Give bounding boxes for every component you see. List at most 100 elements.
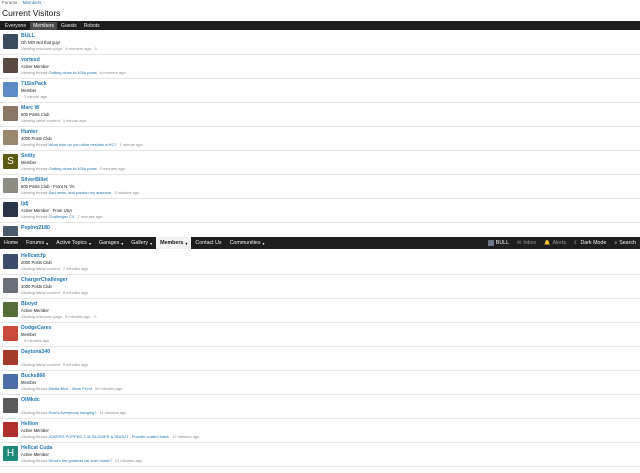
nav-label: Contact Us bbox=[195, 240, 222, 246]
avatar[interactable] bbox=[3, 326, 18, 341]
username-link[interactable]: OlMkdc bbox=[21, 397, 40, 403]
timestamp: 8 minutes ago bbox=[65, 314, 91, 319]
tab-guests[interactable]: Guests bbox=[58, 22, 80, 30]
nav-forums[interactable]: Forums ▾ bbox=[22, 237, 52, 249]
nav-user-area: BULL ✉ Inbox 🔔 Alerts ☾ Dark Mode ⌕ Search bbox=[484, 240, 640, 246]
visitor-list-bottom: Hellcatcfp 2000 Posts Club Viewing latest … bbox=[0, 251, 640, 473]
tab-everyone[interactable]: Everyone bbox=[2, 22, 29, 30]
username-link[interactable]: BULL bbox=[21, 33, 35, 39]
visitor-filter-tabs: Everyone Members Guests Robots bbox=[0, 21, 640, 30]
avatar[interactable] bbox=[3, 34, 18, 49]
avatar[interactable] bbox=[3, 398, 18, 413]
thread-link[interactable]: Media Blue - More Proof bbox=[49, 386, 92, 391]
user-title: Member bbox=[21, 332, 37, 337]
username-link[interactable]: vortexd bbox=[21, 57, 40, 63]
dark-mode-toggle[interactable]: ☾ Dark Mode bbox=[570, 240, 610, 246]
thread-link[interactable]: Getting close to 100k posts bbox=[49, 70, 97, 75]
nav-members[interactable]: Members ▾ bbox=[156, 237, 192, 249]
username-link[interactable]: Bboyd bbox=[21, 301, 37, 307]
timestamp: A moment ago bbox=[65, 46, 91, 51]
timestamp: 2 minutes ago bbox=[99, 166, 125, 171]
nav-communities[interactable]: Communities ▾ bbox=[226, 237, 269, 249]
avatar[interactable]: S bbox=[3, 154, 18, 169]
avatar[interactable] bbox=[3, 302, 18, 317]
activity-line: 9 minutes ago bbox=[21, 338, 49, 343]
nav-contact-us[interactable]: Contact Us bbox=[191, 237, 225, 249]
timestamp: 9 minutes ago bbox=[62, 362, 88, 367]
nav-garages[interactable]: Garages ▾ bbox=[95, 237, 127, 249]
avatar[interactable] bbox=[3, 422, 18, 437]
visitor-row: BULL Oh NO! Not that guy! Viewing unknown … bbox=[0, 31, 640, 55]
user-title: 500 Posts Club · Front N. VA bbox=[21, 184, 75, 189]
timestamp: 1 minute ago bbox=[119, 142, 143, 147]
search-button[interactable]: ⌕ Search bbox=[610, 240, 640, 246]
activity-prefix: Viewing latest content bbox=[21, 290, 60, 295]
chevron-down-icon: ▾ bbox=[150, 240, 153, 246]
visitor-row: H Hellcat Cuda Active Member Viewing thread… bbox=[0, 443, 640, 467]
thread-link[interactable]: Sad news, and pardon my absence bbox=[49, 190, 112, 195]
activity-line: Viewing thread Getting close to 100k pos… bbox=[21, 70, 126, 75]
username-link[interactable]: 71SixPack bbox=[21, 81, 47, 87]
activity-prefix: Viewing latest content bbox=[21, 362, 60, 367]
avatar[interactable] bbox=[3, 278, 18, 293]
thread-link[interactable]: JOKERS POPPED 2.4L BLOWER & SNOUT - Powd… bbox=[49, 434, 170, 439]
visitor-row: Bboyd Active Member Viewing unknown page 8 … bbox=[0, 299, 640, 323]
nav-label: Home bbox=[4, 240, 19, 246]
username-link[interactable]: ljdj bbox=[21, 201, 29, 207]
username-link[interactable]: Marc W bbox=[21, 105, 39, 111]
thread-link[interactable]: How's everybody hanging? bbox=[49, 410, 97, 415]
visitor-row: Bucks866 Member Viewing thread Media Blue … bbox=[0, 371, 640, 395]
username-link[interactable]: Hunter bbox=[21, 129, 38, 135]
user-title: Active Member bbox=[21, 428, 49, 433]
alerts-button[interactable]: 🔔 Alerts bbox=[540, 240, 570, 246]
nav-label: Forums bbox=[26, 240, 45, 246]
activity-line: Viewing thread How's everybody hanging? 1… bbox=[21, 410, 126, 415]
username-link[interactable]: DodgeCares bbox=[21, 325, 52, 331]
username-link[interactable]: Snitty bbox=[21, 153, 35, 159]
avatar[interactable] bbox=[3, 106, 18, 121]
nav-home[interactable]: Home bbox=[0, 237, 22, 249]
avatar[interactable] bbox=[3, 178, 18, 193]
account-menu[interactable]: BULL bbox=[484, 240, 513, 246]
breadcrumb-members[interactable]: Members bbox=[23, 0, 42, 5]
visitor-row: 71SixPack Member 1 minute ago bbox=[0, 79, 640, 103]
thread-link[interactable]: What else do you drive besides a HC? bbox=[49, 142, 117, 147]
avatar[interactable] bbox=[3, 254, 18, 269]
avatar[interactable] bbox=[3, 374, 18, 389]
nav-active-topics[interactable]: Active Topics ▾ bbox=[52, 237, 95, 249]
nav-gallery[interactable]: Gallery ▾ bbox=[127, 237, 156, 249]
inbox-button[interactable]: ✉ Inbox bbox=[513, 240, 540, 246]
chevron-down-icon: ▾ bbox=[262, 240, 265, 246]
activity-prefix: Viewing thread bbox=[21, 458, 48, 463]
avatar[interactable] bbox=[3, 82, 18, 97]
username-link[interactable]: Hellion bbox=[21, 421, 38, 427]
timestamp: 1 minute ago bbox=[24, 94, 48, 99]
username-link[interactable]: Bucks866 bbox=[21, 373, 45, 379]
username-link[interactable]: Pepino2180 bbox=[21, 225, 50, 231]
visitor-row: Pepino2180 bbox=[0, 223, 640, 236]
main-navbar: Home Forums ▾ Active Topics ▾ Garages ▾ Gal… bbox=[0, 237, 640, 249]
tab-robots[interactable]: Robots bbox=[81, 22, 103, 30]
avatar[interactable] bbox=[3, 58, 18, 73]
avatar[interactable]: H bbox=[3, 446, 18, 461]
thread-link[interactable]: What's the greatest car ever made? bbox=[49, 458, 112, 463]
username-link[interactable]: SilverBillet bbox=[21, 177, 48, 183]
thread-link[interactable]: Getting close to 100k posts bbox=[49, 166, 97, 171]
avatar[interactable] bbox=[3, 202, 18, 217]
activity-prefix: Viewing unknown page bbox=[21, 46, 63, 51]
username-link[interactable]: Daytona340 bbox=[21, 349, 50, 355]
breadcrumb-forums[interactable]: Forums bbox=[2, 0, 17, 5]
warning-icon: ⚠ bbox=[93, 314, 97, 319]
timestamp: 8 minutes ago bbox=[62, 290, 88, 295]
tab-members[interactable]: Members bbox=[30, 21, 57, 30]
avatar[interactable] bbox=[3, 226, 18, 236]
thread-link[interactable]: Challenger CV bbox=[49, 214, 75, 219]
username-link[interactable]: ChargerChallenger bbox=[21, 277, 68, 283]
avatar[interactable] bbox=[3, 350, 18, 365]
visitor-row: S Snitty Member Viewing thread Getting clos… bbox=[0, 151, 640, 175]
activity-line: Viewing thread Getting close to 100k pos… bbox=[21, 166, 125, 171]
username-link[interactable]: Hellcat Cuda bbox=[21, 445, 52, 451]
avatar[interactable] bbox=[3, 130, 18, 145]
visitor-row: Hellion Active Member Viewing thread JOKER… bbox=[0, 419, 640, 443]
username-link[interactable]: Hellcatcfp bbox=[21, 253, 46, 259]
